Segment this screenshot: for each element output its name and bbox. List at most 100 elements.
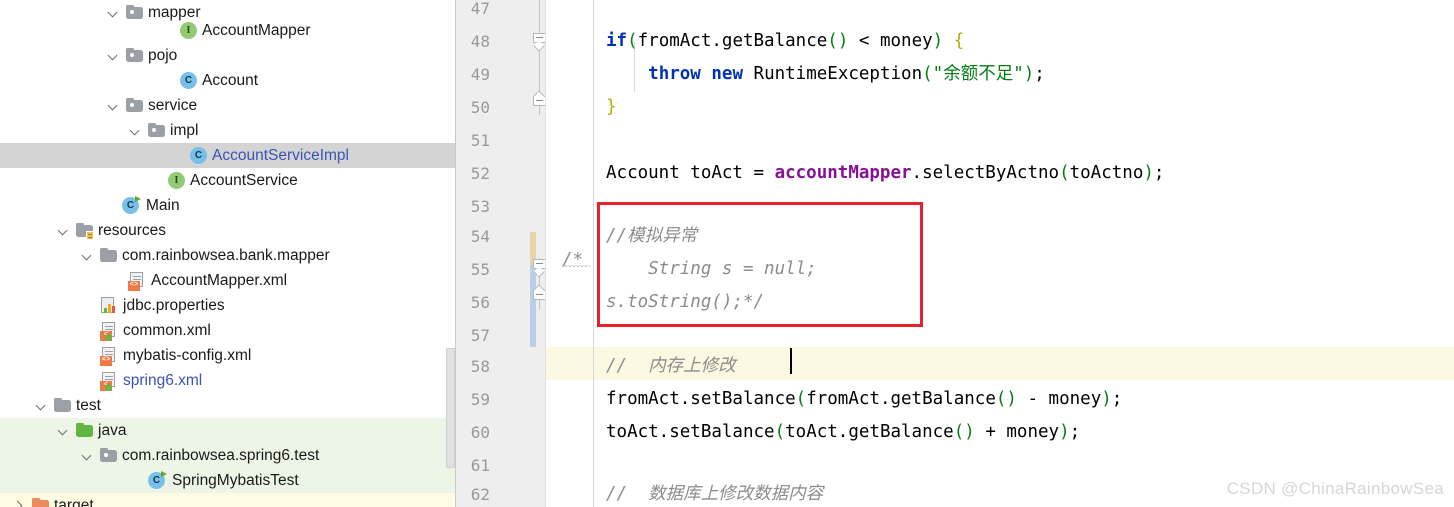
line-number: 62 [470,485,490,504]
tree-item-com-rainbowsea-bank-mapper[interactable]: com.rainbowsea.bank.mapper [0,243,456,268]
package-folder-icon [126,97,143,114]
code-token: ( [774,422,786,442]
class-icon: C [180,72,197,89]
chevron-down-icon[interactable] [106,49,120,63]
source-folder-icon [76,422,93,439]
code-token: < [848,31,880,51]
code-token: toActno [1069,163,1144,183]
code-line: toAct.setBalance(toAct.getBalance() + mo… [546,416,1454,449]
code-token: + money [974,422,1060,442]
line-number: 49 [470,65,490,84]
tree-item-jdbc-properties[interactable]: jdbc.properties [0,293,456,318]
code-token: ; [1069,422,1081,442]
resources-folder-icon [76,222,94,240]
xml-file-icon: <> [100,346,118,366]
code-line: //模拟异常 [546,220,1454,253]
tree-item-resources[interactable]: resources [0,218,456,243]
tree-item-java[interactable]: java [0,418,456,443]
tree-item-label: resources [98,221,167,239]
tree-item-accountservice[interactable]: I AccountService [0,168,456,193]
tree-item-springmybatistest[interactable]: C SpringMybatisTest [0,468,456,493]
xml-file-icon: <> [128,271,146,291]
code-token: ; [1034,64,1045,84]
folder-icon [54,397,71,414]
line-number: 60 [470,423,490,442]
code-editor[interactable]: 47 48 49 50 51 52 53 54 55 56 57 58 59 60 61 62 if(from… [456,0,1454,507]
sidebar-scrollbar-thumb[interactable] [446,348,455,468]
tree-item-label: mybatis-config.xml [123,346,252,364]
line-number: 50 [470,98,490,117]
tree-item-main[interactable]: C Main [0,193,456,218]
code-token: accountMapper [774,163,912,183]
tree-item-accountserviceimpl[interactable]: C AccountServiceImpl [0,143,456,168]
chevron-down-icon[interactable] [80,249,94,263]
class-icon: C [190,147,207,164]
line-number: 57 [470,326,490,345]
chevron-down-icon[interactable] [80,449,94,463]
line-number: 56 [470,293,490,312]
spring-xml-file-icon: < [100,321,118,341]
editor-gutter[interactable]: 47 48 49 50 51 52 53 54 55 56 57 58 59 60 61 62 [456,0,546,507]
spring-xml-file-icon: < [100,371,118,391]
code-token: ; [1153,163,1165,183]
tree-item-label: java [98,421,127,439]
tree-item-label: com.rainbowsea.spring6.test [122,446,320,464]
tree-item-service[interactable]: service [0,93,456,118]
tree-item-accountmapper[interactable]: I AccountMapper [0,18,456,43]
chevron-down-icon[interactable] [56,224,70,238]
code-text-area[interactable]: if(fromAct.getBalance() < money) { throw… [546,0,1454,507]
tree-item-label: AccountService [190,171,298,189]
line-number: 53 [470,197,490,216]
line-number: 55 [470,260,490,279]
code-token: ) [1023,64,1035,84]
code-token: ( [1059,163,1070,183]
tree-item-mybatis-config-xml[interactable]: <> mybatis-config.xml [0,343,456,368]
tree-item-target[interactable]: target [0,493,456,507]
chevron-right-icon[interactable] [12,499,26,507]
chevron-down-icon[interactable] [106,99,120,113]
ide-window: mapper I AccountMapper pojo C Account service i… [0,0,1454,507]
code-token: ) [932,31,944,51]
tree-item-pojo[interactable]: pojo [0,43,456,68]
target-folder-icon [32,497,49,507]
tree-item-spring6-xml[interactable]: < spring6.xml [0,368,456,393]
tree-item-label: service [148,96,198,114]
chevron-down-icon[interactable] [128,124,142,138]
code-token: money [879,31,933,51]
code-token: String s = null; [606,259,817,279]
project-tree-panel[interactable]: mapper I AccountMapper pojo C Account service i… [0,0,456,507]
code-token: ) [1101,389,1112,409]
tree-item-impl[interactable]: impl [0,118,456,143]
code-token: .selectByActno [911,163,1060,183]
code-line: throw new RuntimeException("余额不足"); [546,58,1454,91]
code-token: toAct.setBalance [606,422,775,442]
code-token: RuntimeException [743,64,923,84]
tree-item-label: AccountMapper.xml [151,271,288,289]
tree-item-test[interactable]: test [0,393,456,418]
package-folder-icon [148,122,165,139]
text-caret [790,348,792,374]
code-line: // 内存上修改 [546,350,1454,383]
tree-item-com-rainbowsea-spring6-test[interactable]: com.rainbowsea.spring6.test [0,443,456,468]
tree-item-label: common.xml [123,321,211,339]
watermark: CSDN @ChinaRainbowSea [1226,479,1444,498]
code-token: "余额不足" [932,64,1024,84]
chevron-down-icon[interactable] [56,424,70,438]
line-number: 51 [470,131,490,150]
chevron-down-icon[interactable] [34,399,48,413]
tree-item-label: target [54,496,94,507]
tree-item-common-xml[interactable]: < common.xml [0,318,456,343]
tree-item-accountmapper-xml[interactable]: <> AccountMapper.xml [0,268,456,293]
tree-item-label: impl [170,121,199,139]
code-token: { [953,31,965,51]
tree-item-account[interactable]: C Account [0,68,456,93]
tree-item-label: AccountServiceImpl [212,146,349,164]
